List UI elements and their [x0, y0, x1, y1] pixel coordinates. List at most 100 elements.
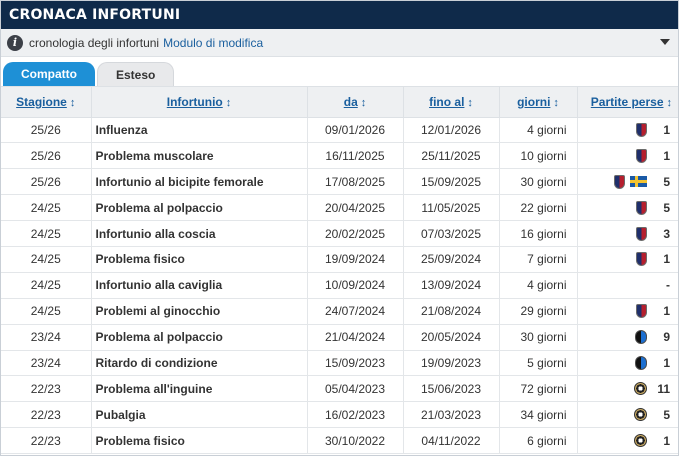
chevron-down-icon[interactable] — [660, 39, 670, 45]
games-missed-cell: 3 — [577, 220, 678, 247]
from-date-cell: 15/09/2023 — [307, 350, 404, 377]
games-missed-wrapper: 1 — [582, 252, 675, 267]
season-cell: 23/24 — [1, 350, 92, 377]
table-row: 22/23 Problema fisico 30/10/2022 04/11/2022… — [1, 427, 678, 455]
sort-icon[interactable]: ↕ — [553, 97, 559, 109]
bologna-crest-icon[interactable] — [614, 174, 625, 189]
tab-esteso[interactable]: Esteso — [97, 62, 175, 86]
games-missed-wrapper: 11 — [582, 382, 675, 396]
injury-table: Stagione ↕ Infortunio ↕ da ↕ fino al ↕ giorni ↕ Pa… — [1, 87, 678, 455]
sort-icon[interactable]: ↕ — [70, 97, 76, 109]
games-missed-wrapper: 9 — [582, 330, 675, 345]
spezia-crest-icon[interactable] — [634, 382, 647, 396]
table-row: 25/26 Infortunio al bicipite femorale 17/0… — [1, 168, 678, 196]
bologna-crest-icon[interactable] — [636, 200, 647, 215]
until-date-cell: 19/09/2023 — [403, 350, 500, 377]
bologna-crest-icon[interactable] — [636, 122, 647, 137]
days-cell: 7 giorni — [499, 246, 578, 273]
from-date-cell: 17/08/2025 — [307, 168, 404, 196]
tab-compatto[interactable]: Compatto — [3, 62, 95, 86]
column-header-label: giorni — [517, 94, 551, 109]
days-cell: 10 giorni — [499, 142, 578, 170]
season-cell: 24/25 — [1, 246, 92, 273]
days-cell: 72 giorni — [499, 375, 578, 403]
atalanta-crest-icon[interactable] — [635, 330, 647, 345]
table-row: 23/24 Problema al polpaccio 21/04/2024 20/0… — [1, 324, 678, 351]
injury-cell: Influenza — [91, 117, 308, 144]
season-cell: 25/26 — [1, 168, 92, 196]
bologna-crest-icon[interactable] — [636, 252, 647, 267]
injury-cell: Problema al polpaccio — [91, 324, 308, 351]
games-missed-count: 1 — [663, 355, 670, 370]
season-cell: 25/26 — [1, 142, 92, 170]
column-header-games[interactable]: Partite perse ↕ — [577, 87, 678, 118]
from-date-cell: 10/09/2024 — [307, 272, 404, 299]
until-date-cell: 21/08/2024 — [403, 298, 500, 325]
table-row: 24/25 Infortunio alla caviglia 10/09/2024 1… — [1, 272, 678, 299]
column-header-label: Partite perse — [590, 94, 664, 109]
injury-cell: Problema muscolare — [91, 142, 308, 170]
column-header-season[interactable]: Stagione ↕ — [1, 87, 92, 118]
from-date-cell: 24/07/2024 — [307, 298, 404, 325]
games-missed-cell: - — [577, 272, 678, 299]
bologna-crest-icon[interactable] — [636, 148, 647, 163]
until-date-cell: 25/11/2025 — [403, 142, 500, 170]
days-cell: 30 giorni — [499, 324, 578, 351]
column-header-from[interactable]: da ↕ — [307, 87, 404, 118]
table-row: 22/23 Problema all'inguine 05/04/2023 15/06… — [1, 375, 678, 403]
edit-form-link[interactable]: Modulo di modifica — [163, 36, 263, 50]
games-missed-cell: 5 — [577, 401, 678, 429]
info-bar[interactable]: i cronologia degli infortuni Modulo di m… — [1, 29, 678, 57]
column-header-label: Infortunio — [166, 94, 223, 109]
atalanta-crest-icon[interactable] — [635, 355, 647, 370]
from-date-cell: 20/04/2025 — [307, 194, 404, 222]
panel-header: CRONACA INFORTUNI — [1, 1, 678, 29]
spezia-crest-icon[interactable] — [634, 434, 647, 448]
days-cell: 4 giorni — [499, 272, 578, 299]
season-cell: 25/26 — [1, 117, 92, 144]
until-date-cell: 15/06/2023 — [403, 375, 500, 403]
games-missed-cell: 1 — [577, 246, 678, 273]
bologna-crest-icon[interactable] — [636, 226, 647, 241]
games-missed-wrapper: 5 — [582, 408, 675, 422]
until-date-cell: 07/03/2025 — [403, 220, 500, 247]
from-date-cell: 16/11/2025 — [307, 142, 404, 170]
sweden-flag-icon[interactable] — [630, 176, 647, 188]
days-cell: 34 giorni — [499, 401, 578, 429]
until-date-cell: 04/11/2022 — [403, 427, 500, 455]
games-missed-count: 5 — [663, 174, 670, 189]
games-missed-cell: 1 — [577, 350, 678, 377]
injury-cell: Infortunio al bicipite femorale — [91, 168, 308, 196]
games-missed-count: 9 — [663, 330, 670, 345]
games-missed-wrapper: 1 — [582, 355, 675, 370]
injury-cell: Problema al polpaccio — [91, 194, 308, 222]
sort-icon[interactable]: ↕ — [226, 97, 232, 109]
from-date-cell: 16/02/2023 — [307, 401, 404, 429]
from-date-cell: 20/02/2025 — [307, 220, 404, 247]
games-missed-cell: 1 — [577, 142, 678, 170]
games-missed-count: 11 — [657, 381, 670, 396]
column-header-until[interactable]: fino al ↕ — [403, 87, 500, 118]
games-missed-wrapper: - — [582, 278, 675, 292]
games-missed-count: 1 — [663, 148, 670, 163]
column-header-label: fino al — [429, 94, 465, 109]
sort-icon[interactable]: ↕ — [667, 97, 673, 109]
injury-cell: Pubalgia — [91, 401, 308, 429]
season-cell: 24/25 — [1, 220, 92, 247]
until-date-cell: 12/01/2026 — [403, 117, 500, 144]
column-header-days[interactable]: giorni ↕ — [499, 87, 578, 118]
injury-cell: Problemi al ginocchio — [91, 298, 308, 325]
spezia-crest-icon[interactable] — [634, 408, 647, 422]
table-row: 23/24 Ritardo di condizione 15/09/2023 19/0… — [1, 350, 678, 377]
days-cell: 22 giorni — [499, 194, 578, 222]
sort-icon[interactable]: ↕ — [467, 97, 473, 109]
info-icon: i — [7, 34, 23, 51]
days-cell: 29 giorni — [499, 298, 578, 325]
injury-cell: Problema fisico — [91, 246, 308, 273]
column-header-injury[interactable]: Infortunio ↕ — [91, 87, 308, 118]
table-header-row: Stagione ↕ Infortunio ↕ da ↕ fino al ↕ giorni ↕ Pa… — [1, 87, 678, 118]
games-missed-wrapper: 3 — [582, 226, 675, 241]
bologna-crest-icon[interactable] — [636, 304, 647, 319]
sort-icon[interactable]: ↕ — [361, 97, 367, 109]
games-missed-count: 1 — [663, 304, 670, 319]
